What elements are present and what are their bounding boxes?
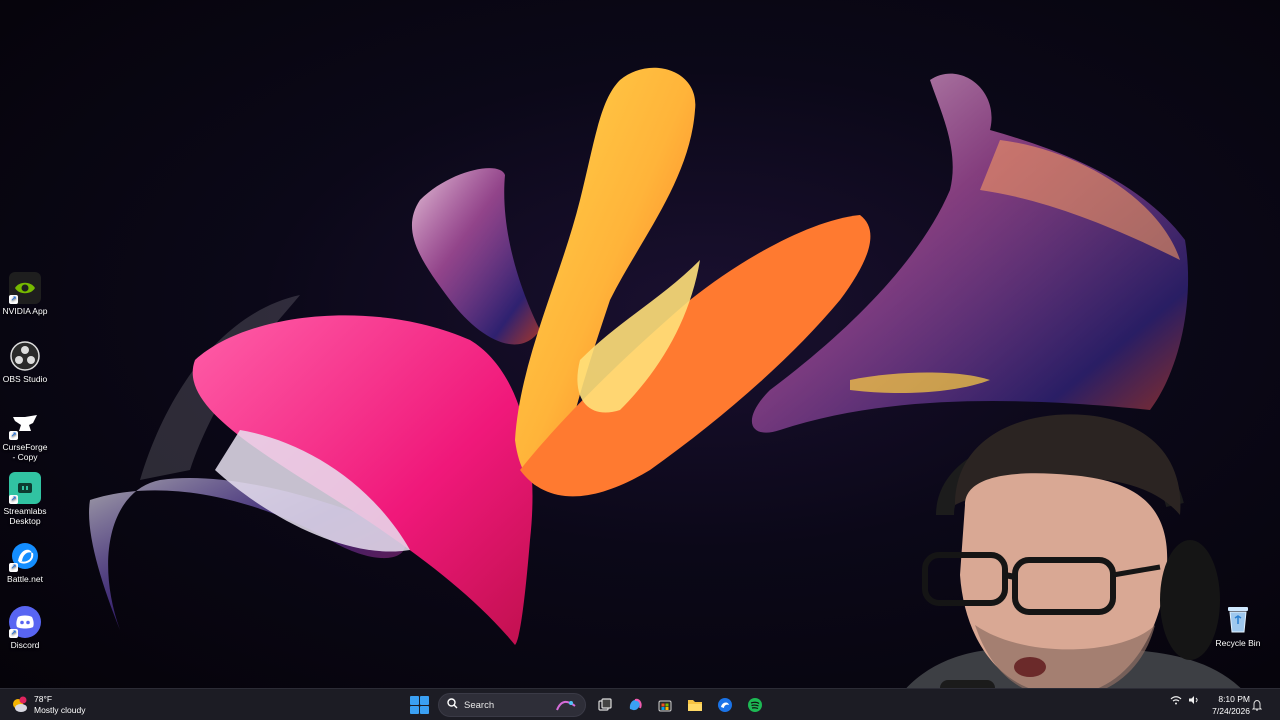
wifi-icon[interactable]: [1170, 695, 1182, 707]
desktop-icon-streamlabs[interactable]: ↗ Streamlabs Desktop: [0, 472, 50, 526]
search-highlight-icon: [555, 698, 577, 715]
taskbar: 78°F Mostly cloudy Search 8:10 PM 7/24/2…: [0, 688, 1280, 720]
battlenet-icon: ↗: [9, 540, 41, 572]
desktop-icon-label: CurseForge - Copy: [2, 442, 48, 462]
taskbar-center: Search: [408, 693, 766, 717]
obs-icon: [9, 340, 41, 372]
streamlabs-icon: ↗: [9, 472, 41, 504]
weather-widget[interactable]: 78°F Mostly cloudy: [10, 694, 86, 716]
desktop-icon-discord[interactable]: ↗ Discord: [0, 606, 50, 650]
desktop-icon-obs-studio[interactable]: OBS Studio: [0, 340, 50, 384]
discord-icon: ↗: [9, 606, 41, 638]
desktop-icon-label: NVIDIA App: [2, 306, 48, 316]
shortcut-arrow-icon: ↗: [9, 295, 18, 304]
weather-temperature: 78°F: [34, 694, 53, 704]
desktop-icon-label: Discord: [10, 640, 40, 650]
taskbar-search[interactable]: Search: [438, 693, 586, 717]
system-tray: [1170, 695, 1200, 707]
copilot-icon[interactable]: [624, 694, 646, 716]
start-button[interactable]: [408, 694, 430, 716]
clock-time: 8:10 PM: [1218, 694, 1250, 704]
desktop-icon-label: Streamlabs Desktop: [3, 506, 47, 526]
desktop-icon-label: OBS Studio: [2, 374, 48, 384]
search-icon: [447, 698, 458, 712]
shortcut-arrow-icon: ↗: [9, 431, 18, 440]
store-icon[interactable]: [654, 694, 676, 716]
nvidia-icon: ↗: [9, 272, 41, 304]
file-explorer-icon[interactable]: [684, 694, 706, 716]
spotify-icon[interactable]: [744, 694, 766, 716]
desktop-icon-curseforge[interactable]: ↗ CurseForge - Copy: [0, 408, 50, 462]
shortcut-arrow-icon: ↗: [9, 629, 18, 638]
shortcut-arrow-icon: ↗: [9, 495, 18, 504]
shortcut-arrow-icon: ↗: [9, 563, 18, 572]
curseforge-icon: ↗: [9, 408, 41, 440]
weather-cloudy-icon: [10, 696, 28, 714]
presenter-figure: [885, 414, 1265, 720]
clock-date: 7/24/2026: [1212, 706, 1250, 716]
edge-icon[interactable]: [714, 694, 736, 716]
desktop-icon-nvidia-app[interactable]: ↗ NVIDIA App: [0, 272, 50, 316]
desktop-icon-label: Battle.net: [7, 574, 43, 584]
search-placeholder: Search: [464, 699, 495, 711]
weather-condition: Mostly cloudy: [34, 705, 86, 715]
desktop-icon-battlenet[interactable]: ↗ Battle.net: [0, 540, 50, 584]
taskbar-clock[interactable]: 8:10 PM 7/24/2026: [1206, 693, 1250, 717]
task-view-icon[interactable]: [594, 694, 616, 716]
notification-bell-icon[interactable]: [1251, 698, 1263, 711]
webcam-overlay: [885, 395, 1265, 720]
volume-icon[interactable]: [1188, 695, 1200, 707]
